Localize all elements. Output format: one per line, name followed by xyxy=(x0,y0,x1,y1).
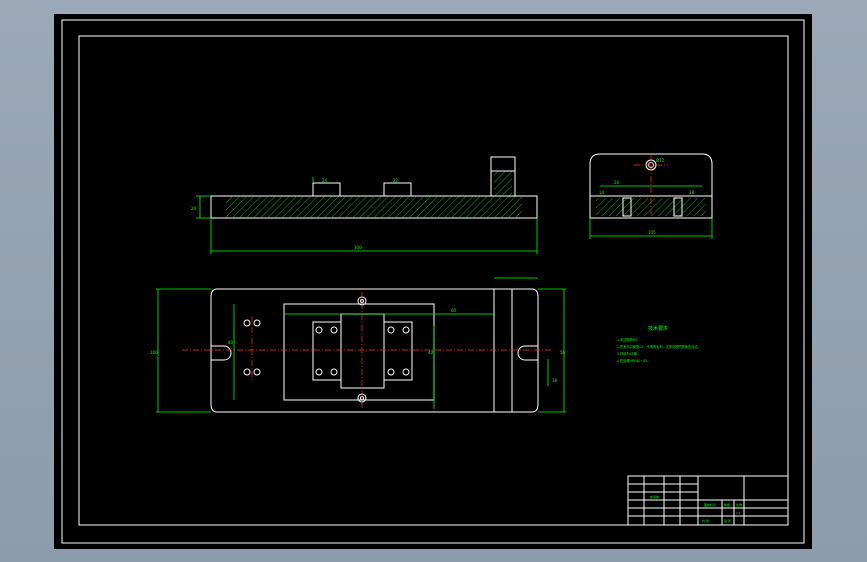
cad-viewport[interactable]: 300 20 24 22 105 20 Ø12 14 18 100 56 60 … xyxy=(54,14,812,549)
front-boss-1 xyxy=(312,182,341,197)
technical-notes[interactable]: 技术要求 1.未注圆角R2。 2.所有孔口倒角C1，不得有毛刺，正常处理的表面应… xyxy=(617,325,701,363)
front-base-hatch xyxy=(226,196,522,218)
side-dim-slot1-text: 14 xyxy=(599,190,605,195)
tb-cell-part: 夹具体 xyxy=(650,494,659,499)
plan-hole xyxy=(402,326,410,334)
plan-hole xyxy=(253,319,261,327)
notes-line-3: 3.材料为45钢。 xyxy=(617,351,640,356)
plan-hole xyxy=(330,326,338,334)
tb-cell-scale-value: 1:1 xyxy=(736,511,741,515)
tb-cell-scale: 比例 xyxy=(736,502,742,507)
tb-cell-sheets: 共 张 xyxy=(702,518,709,523)
side-dim-width-text: 105 xyxy=(648,230,656,235)
tb-cell-mark: 图样标记 xyxy=(704,502,716,507)
plan-dim-right-text: 56 xyxy=(560,350,566,355)
plan-dim-pitch-text: 60 xyxy=(451,308,457,313)
sheet-inner-border xyxy=(78,35,789,526)
plan-dim-total-height-text: 100 xyxy=(150,350,158,355)
plan-hole xyxy=(330,368,338,376)
notes-line-1: 1.未注圆角R2。 xyxy=(617,337,640,342)
notes-line-2: 2.所有孔口倒角C1，不得有毛刺，正常处理的表面应清洁。 xyxy=(617,344,701,349)
plan-view[interactable]: 100 56 60 40 80 18 xyxy=(150,277,566,413)
plan-outline xyxy=(210,288,539,413)
front-upright-hatch xyxy=(494,171,512,196)
plan-hole xyxy=(315,326,323,334)
side-dim-inner-text: 20 xyxy=(614,180,620,185)
plan-hole xyxy=(387,368,395,376)
front-dim-height-text: 20 xyxy=(191,206,197,211)
plan-block-mid xyxy=(340,313,385,389)
notes-line-4: 4.热处理HRC40~45。 xyxy=(617,358,650,363)
tb-cell-sheet-no: 第 张 xyxy=(724,518,731,523)
front-view[interactable]: 300 20 24 22 xyxy=(191,156,538,254)
notes-title: 技术要求 xyxy=(648,325,668,332)
front-dim-length-text: 300 xyxy=(354,245,362,250)
plan-hole xyxy=(315,368,323,376)
front-dim-boss1-text: 24 xyxy=(322,178,328,183)
side-dim-slot2-text: 18 xyxy=(689,190,695,195)
front-boss-2 xyxy=(383,182,412,197)
plan-dim-inner-width-text: 80 xyxy=(228,340,234,345)
side-dim-hole-text: Ø12 xyxy=(656,158,665,163)
plan-hole xyxy=(243,319,251,327)
plan-dim-small-text: 18 xyxy=(552,378,558,383)
plan-u-slot-right xyxy=(517,345,538,361)
side-view[interactable]: 105 20 Ø12 14 18 xyxy=(589,153,713,239)
drawing-canvas: 300 20 24 22 105 20 Ø12 14 18 100 56 60 … xyxy=(61,19,805,544)
plan-hole xyxy=(243,368,251,376)
plan-dim-mid-text: 40 xyxy=(428,350,434,355)
plan-u-slot-left xyxy=(211,345,232,361)
front-dim-boss2-text: 22 xyxy=(393,178,399,183)
sheet-outer-border xyxy=(61,19,805,544)
plan-hole xyxy=(253,368,261,376)
tb-cell-weight: 重量 xyxy=(724,502,730,507)
plan-hole xyxy=(402,368,410,376)
plan-hole xyxy=(387,326,395,334)
title-block[interactable]: 夹具体 图样标记 重量 比例 1:1 共 张 第 张 xyxy=(627,475,789,526)
